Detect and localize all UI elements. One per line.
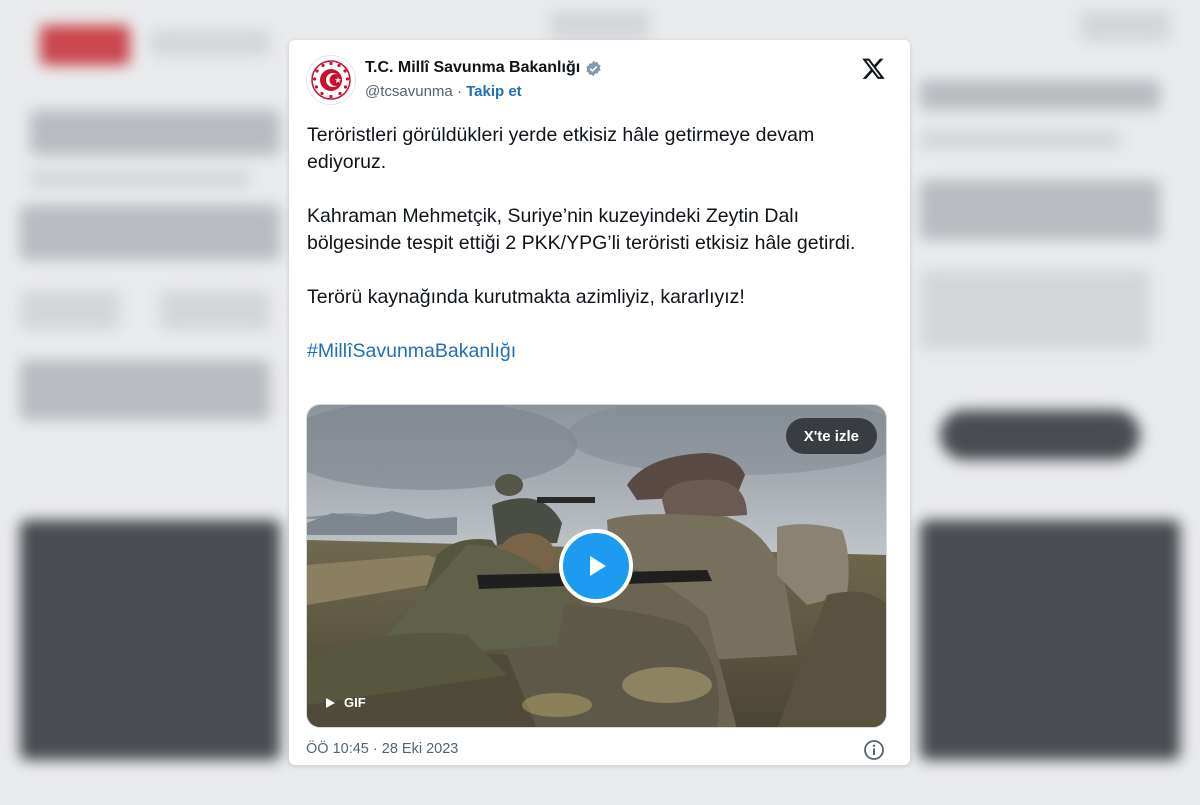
tweet-timestamp[interactable]: ÖÖ 10:45 · 28 Eki 2023 <box>306 741 458 757</box>
author-name[interactable]: T.C. Millî Savunma Bakanlığı <box>365 59 580 77</box>
tweet-text: Teröristleri görüldükleri yerde etkisiz … <box>307 122 887 392</box>
hashtag-link[interactable]: #MillîSavunmaBakanlığı <box>307 338 887 365</box>
media-video[interactable]: X'te izle GIF <box>306 404 887 728</box>
gif-badge: GIF <box>325 695 366 710</box>
gif-label: GIF <box>344 695 366 710</box>
follow-button[interactable]: Takip et <box>466 83 522 100</box>
tweet-paragraph-3: Terörü kaynağında kurutmakta azimliyiz, … <box>307 286 745 308</box>
handle-separator: · <box>456 83 462 100</box>
info-icon[interactable] <box>863 739 885 761</box>
tweet-paragraph-1: Teröristleri görüldükleri yerde etkisiz … <box>307 124 815 173</box>
play-icon <box>590 556 606 576</box>
tweet-paragraph-2: Kahraman Mehmetçik, Suriye’nin kuzeyinde… <box>307 205 856 254</box>
x-logo-icon[interactable] <box>861 56 886 81</box>
play-button[interactable] <box>559 529 633 603</box>
author-handle[interactable]: @tcsavunma <box>365 83 453 100</box>
ministry-emblem-icon <box>311 60 351 100</box>
gif-play-icon <box>326 697 335 708</box>
watch-on-x-button[interactable]: X'te izle <box>785 418 877 454</box>
verified-badge-icon <box>586 60 601 76</box>
tweet-card: T.C. Millî Savunma Bakanlığı @tcsavunma … <box>289 40 910 765</box>
avatar[interactable] <box>306 55 356 105</box>
